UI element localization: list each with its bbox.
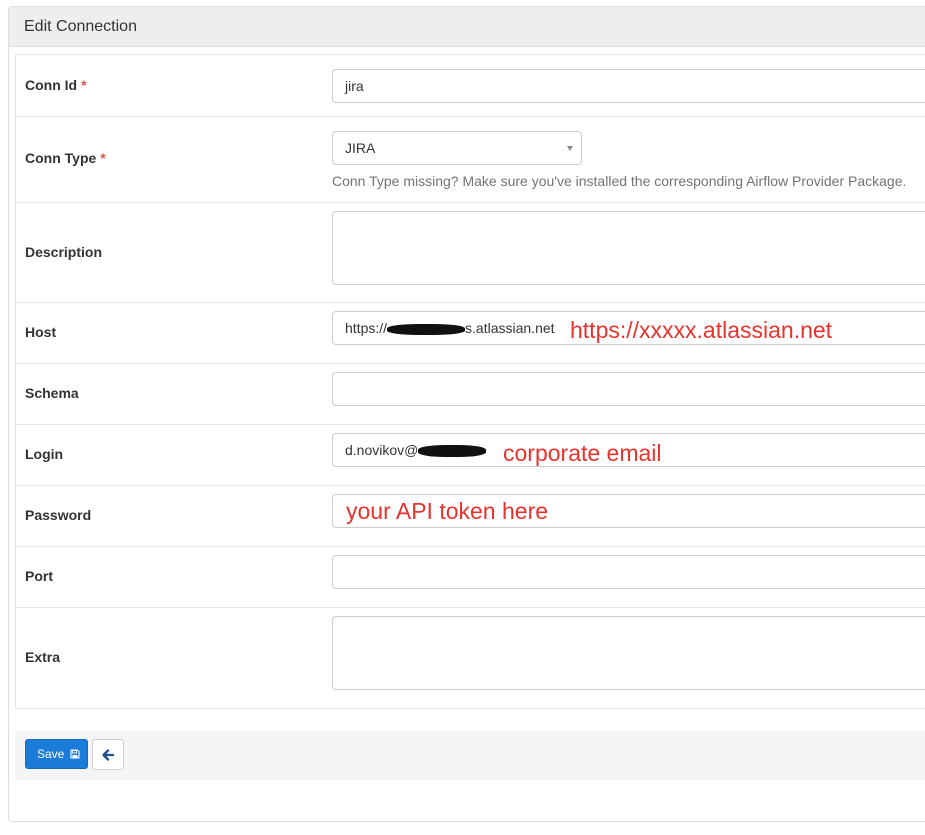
schema-label: Schema — [25, 385, 79, 401]
arrow-left-icon — [102, 749, 115, 761]
host-value-prefix: https:// — [345, 320, 388, 336]
conn-type-select[interactable]: JIRA — [332, 131, 582, 165]
floppy-disk-icon — [70, 749, 80, 759]
host-label: Host — [25, 324, 57, 340]
conn-type-label: Conn Type * — [25, 150, 106, 166]
connection-form: Conn Id * jira Conn Type * JIRA Conn Type … — [15, 54, 925, 709]
conn-id-row: Conn Id * jira — [16, 55, 925, 117]
extra-row: Extra — [16, 608, 925, 708]
required-mark: * — [100, 150, 106, 166]
conn-type-row: Conn Type * JIRA Conn Type missing? Make … — [16, 117, 925, 203]
extra-label: Extra — [25, 649, 61, 665]
schema-row: Schema — [16, 364, 925, 425]
conn-type-help: Conn Type missing? Make sure you've inst… — [332, 173, 907, 189]
host-annotation: https://xxxxx.atlassian.net — [570, 317, 833, 343]
back-button[interactable] — [92, 739, 124, 770]
redaction-mark — [418, 445, 487, 458]
login-value-prefix: d.novikov@ — [345, 442, 419, 458]
schema-input[interactable] — [332, 372, 925, 406]
port-row: Port — [16, 547, 925, 608]
conn-id-label: Conn Id * — [25, 77, 87, 93]
conn-id-input[interactable]: jira — [332, 69, 925, 103]
login-annotation: corporate email — [503, 440, 662, 466]
port-input[interactable] — [332, 555, 925, 589]
save-label: Save — [37, 747, 65, 761]
required-mark: * — [81, 77, 87, 93]
save-button[interactable]: Save — [25, 739, 88, 769]
description-row: Description — [16, 203, 925, 303]
extra-textarea[interactable] — [332, 616, 925, 690]
host-value-suffix: s.atlassian.net — [465, 320, 555, 336]
host-row: Host https:// s.atlassian.net https://xxx… — [16, 303, 925, 364]
password-annotation: your API token here — [346, 498, 549, 524]
conn-type-value: JIRA — [345, 140, 376, 156]
redaction-mark — [387, 323, 466, 335]
login-row: Login d.novikov@ corporate email — [16, 425, 925, 486]
form-actions: Save — [15, 730, 925, 780]
panel-title: Edit Connection — [9, 7, 925, 47]
port-label: Port — [25, 568, 53, 584]
description-textarea[interactable] — [332, 211, 925, 285]
description-label: Description — [25, 244, 103, 260]
caret-down-icon — [567, 146, 573, 151]
password-row: Password your API token here — [16, 486, 925, 547]
login-label: Login — [25, 446, 64, 462]
password-label: Password — [25, 507, 92, 523]
